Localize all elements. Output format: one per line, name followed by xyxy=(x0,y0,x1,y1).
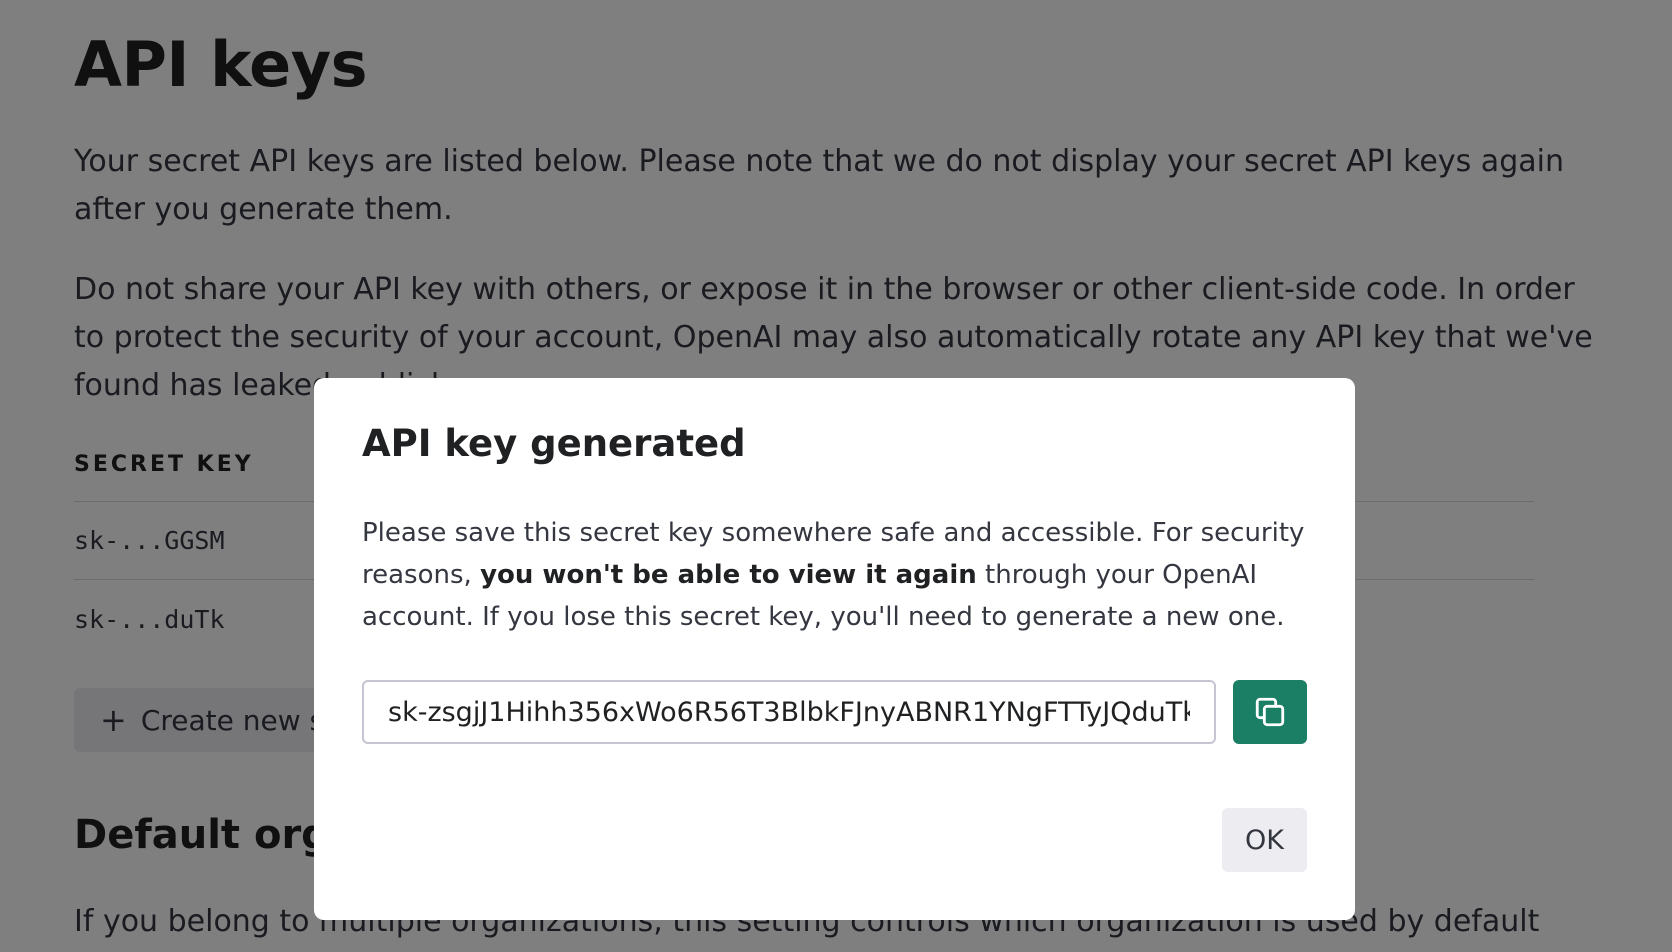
ok-button[interactable]: OK xyxy=(1222,808,1307,872)
generated-key-row xyxy=(362,680,1307,744)
copy-key-button[interactable] xyxy=(1233,680,1307,744)
generated-key-input[interactable] xyxy=(362,680,1216,744)
dialog-title: API key generated xyxy=(362,422,746,465)
dialog-message-warning: you won't be able to view it again xyxy=(480,560,977,590)
copy-icon xyxy=(1255,697,1285,727)
api-key-generated-dialog: API key generated Please save this secre… xyxy=(314,378,1355,920)
dialog-message: Please save this secret key somewhere sa… xyxy=(362,512,1307,638)
